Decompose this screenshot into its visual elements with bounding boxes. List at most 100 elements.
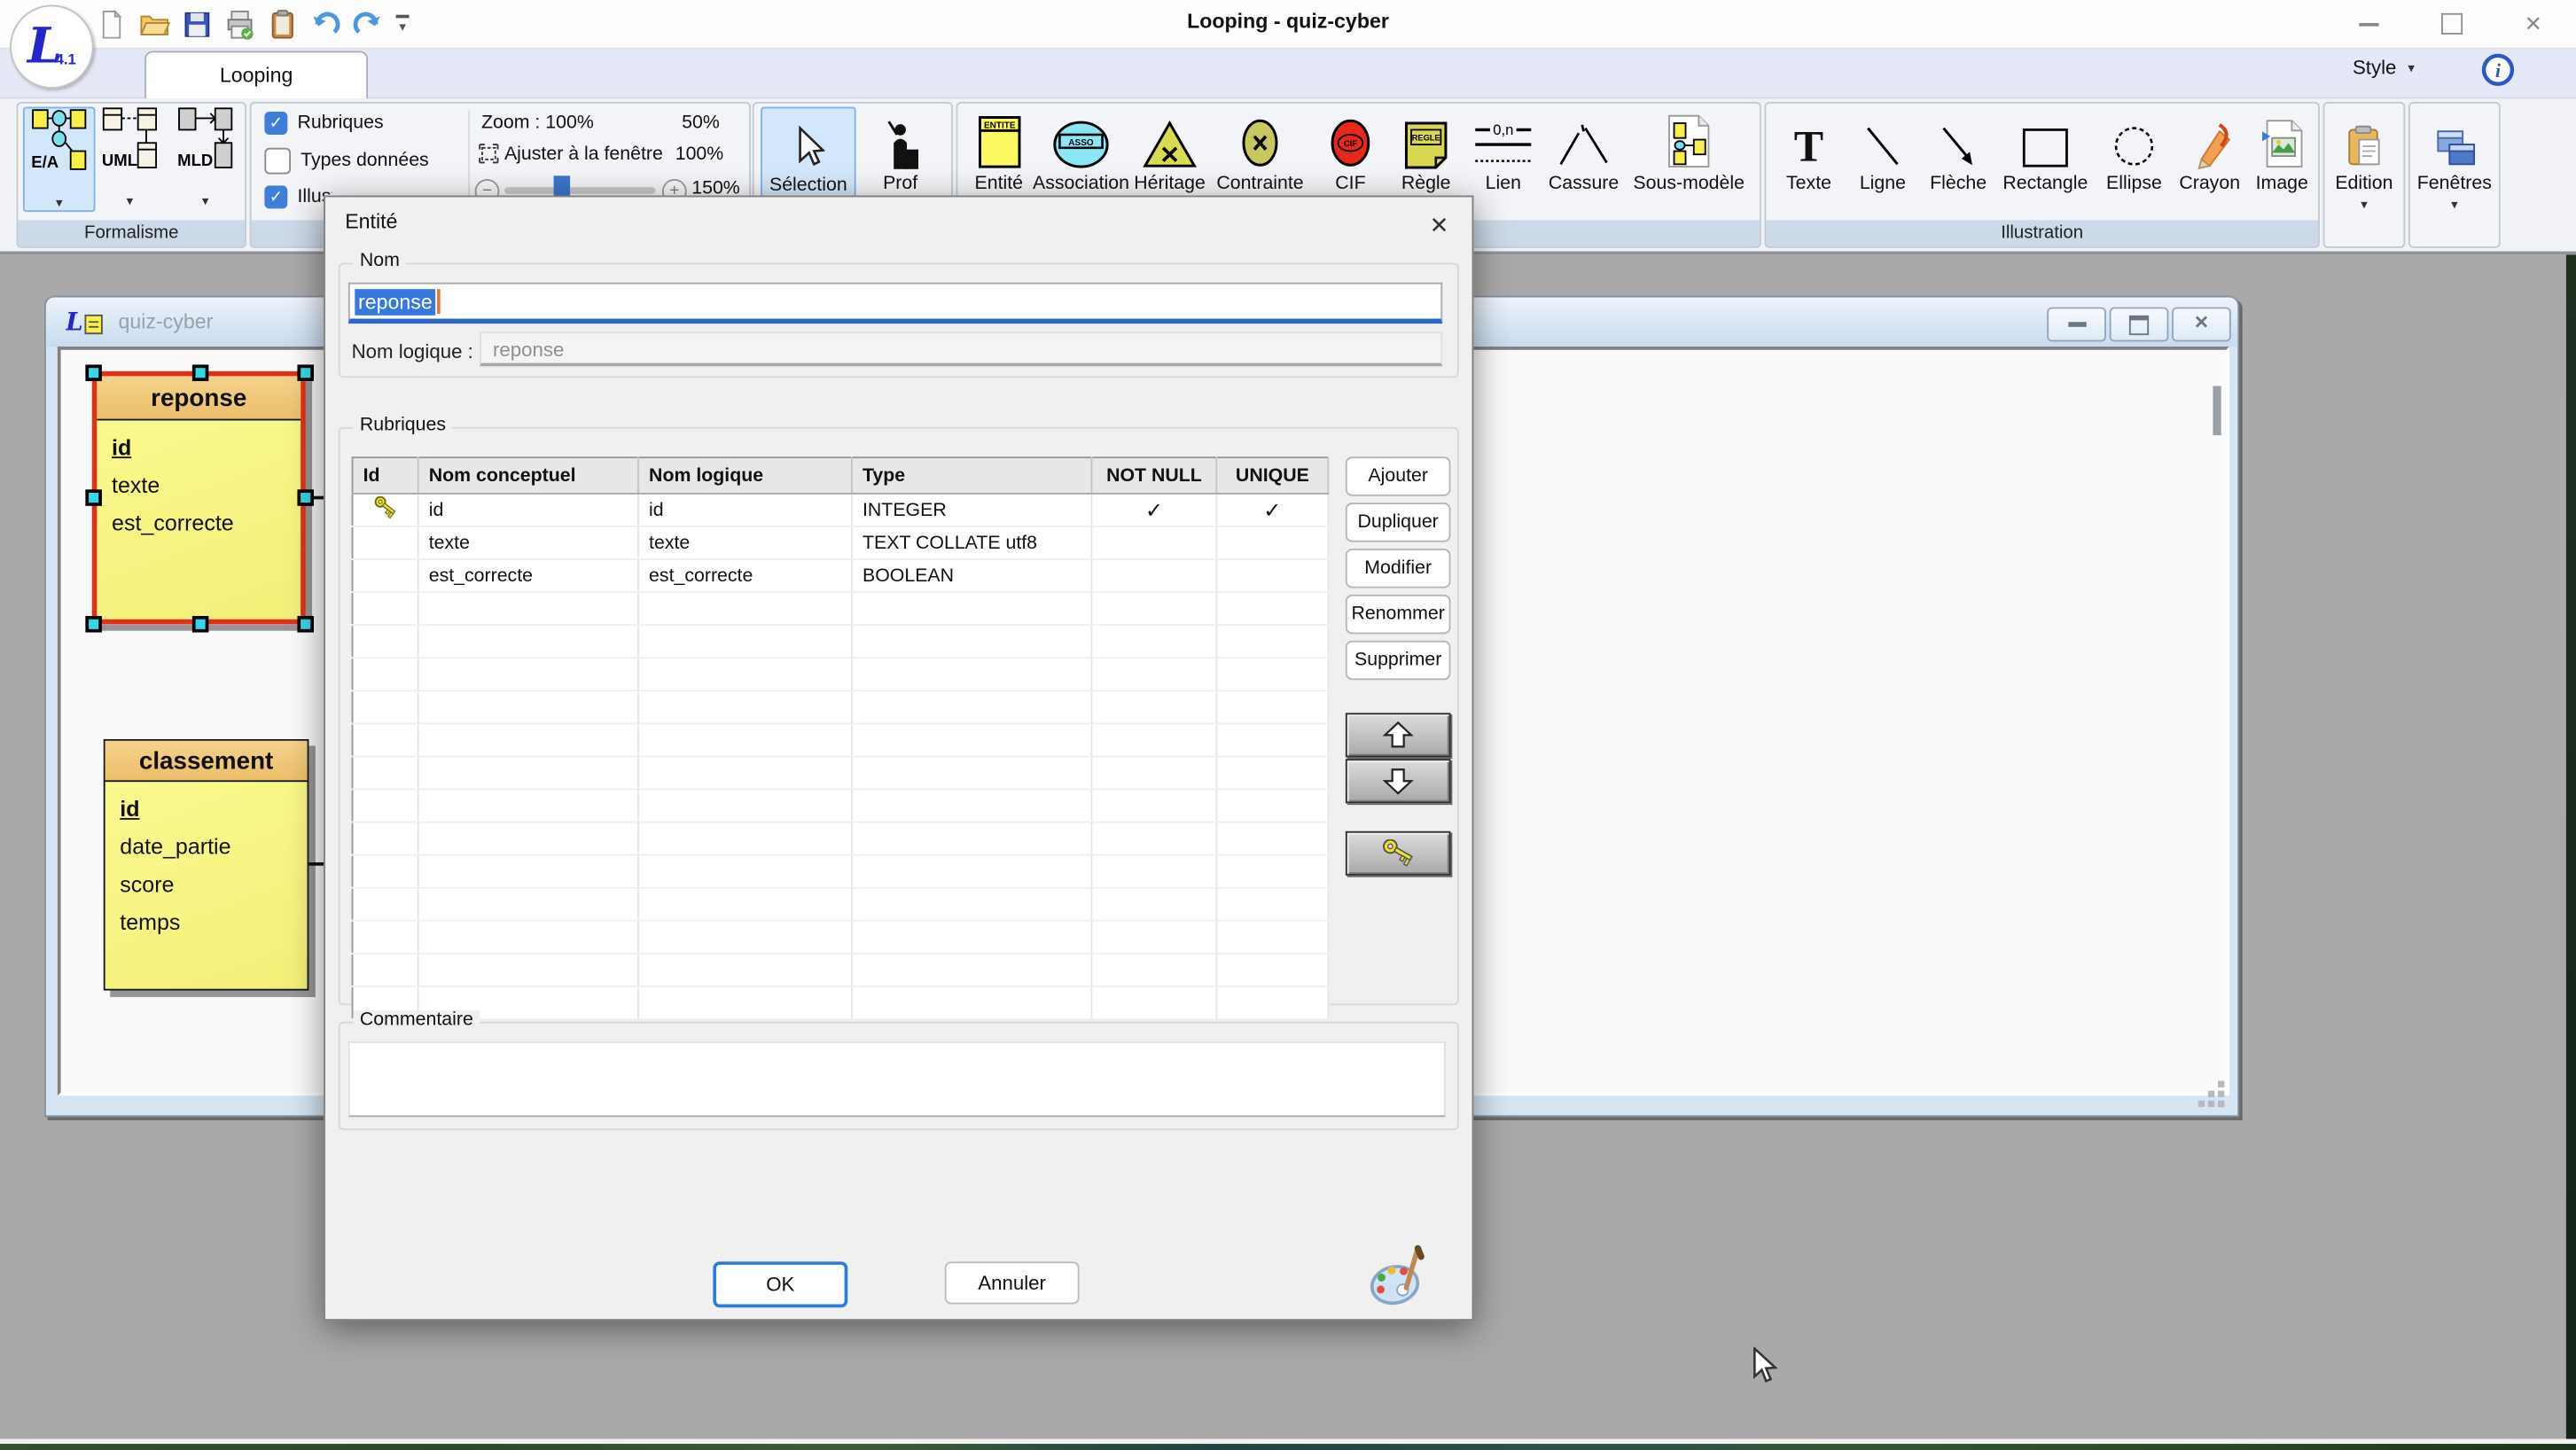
- col-unique: UNIQUE: [1216, 457, 1328, 494]
- fleche-tool-button[interactable]: Flèche: [1921, 106, 1996, 193]
- fenetres-menu-button[interactable]: Fenêtres ▾: [2414, 106, 2496, 212]
- fit-to-window-icon: [478, 143, 499, 164]
- document-close-button[interactable]: ✕: [2172, 308, 2231, 342]
- table-row-empty: [353, 625, 1329, 658]
- table-header-row: Id Nom conceptuel Nom logique Type NOT N…: [353, 457, 1329, 494]
- cassure-tool-button[interactable]: Cassure: [1542, 106, 1625, 193]
- table-row[interactable]: id id INTEGER ✓ ✓: [353, 494, 1329, 526]
- formalism-uml-button[interactable]: UML ▾: [95, 106, 164, 208]
- ajouter-button[interactable]: Ajouter: [1346, 456, 1451, 495]
- commentaire-textarea[interactable]: [348, 1041, 1446, 1117]
- maximize-button[interactable]: [2415, 5, 2487, 43]
- table-row[interactable]: texte texte TEXT COLLATE utf8: [353, 526, 1329, 559]
- cif-tool-button[interactable]: CIF CIF: [1316, 106, 1386, 193]
- sous-modele-tool-button[interactable]: Sous-modèle: [1625, 106, 1753, 193]
- selection-handle[interactable]: [85, 616, 102, 633]
- rubriques-table[interactable]: Id Nom conceptuel Nom logique Type NOT N…: [352, 456, 1330, 1020]
- open-file-button[interactable]: [135, 7, 173, 42]
- modifier-button[interactable]: Modifier: [1346, 549, 1451, 588]
- image-tool-button[interactable]: Image: [2249, 106, 2314, 193]
- association-tool-button[interactable]: ASSO Association: [1034, 106, 1128, 193]
- redo-button[interactable]: [348, 7, 386, 42]
- cif-ellipse-icon: CIF: [1329, 117, 1371, 169]
- selection-handle[interactable]: [85, 364, 102, 381]
- texte-tool-button[interactable]: T Texte: [1773, 106, 1846, 193]
- tab-looping[interactable]: Looping: [144, 51, 368, 98]
- selection-handle[interactable]: [192, 364, 209, 381]
- zoom-slider-track[interactable]: [504, 187, 656, 193]
- supprimer-button[interactable]: Supprimer: [1346, 641, 1451, 680]
- toolbar-overflow-button[interactable]: ▾: [391, 7, 414, 42]
- move-up-button[interactable]: [1346, 713, 1451, 757]
- annuler-button[interactable]: Annuler: [945, 1261, 1080, 1304]
- edition-label: Edition: [2335, 174, 2393, 193]
- heritage-tool-button[interactable]: Héritage: [1128, 106, 1211, 193]
- edit-clipboard-icon: [2343, 123, 2385, 169]
- fit-to-window-button[interactable]: Ajuster à la fenêtre: [504, 144, 663, 164]
- nom-input[interactable]: reponse: [348, 283, 1442, 324]
- entity-classement[interactable]: classement id date_partie score temps: [104, 739, 309, 991]
- edition-menu-button[interactable]: Edition ▾: [2328, 106, 2400, 212]
- crayon-tool-button[interactable]: Crayon: [2170, 106, 2249, 193]
- undo-button[interactable]: [306, 7, 344, 42]
- about-button[interactable]: i: [2481, 52, 2516, 87]
- app-logo[interactable]: L 4.1: [10, 5, 94, 90]
- nom-input-selected-text: reponse: [355, 288, 435, 315]
- style-palette-button[interactable]: [1367, 1245, 1432, 1311]
- rectangle-tool-button[interactable]: Rectangle: [1996, 106, 2095, 193]
- paste-button[interactable]: [263, 7, 301, 42]
- checkbox-types-donnees[interactable]: Types données: [264, 148, 428, 175]
- document-minimize-button[interactable]: [2047, 308, 2106, 342]
- canvas-scrollbar-thumb[interactable]: [2213, 386, 2221, 436]
- ellipse-tool-button[interactable]: Ellipse: [2098, 106, 2171, 193]
- dialog-close-button[interactable]: ✕: [1419, 207, 1458, 244]
- cell-nom-conceptuel: texte: [418, 526, 638, 559]
- link-icon: 0,n: [1472, 117, 1534, 169]
- resize-grip[interactable]: [2198, 1084, 2225, 1107]
- checkbox-types-donnees-label: Types données: [301, 152, 429, 171]
- new-file-button[interactable]: [92, 7, 130, 42]
- close-button[interactable]: ✕: [2497, 5, 2570, 43]
- attribute: date_partie: [120, 828, 293, 866]
- ligne-tool-button[interactable]: Ligne: [1848, 106, 1917, 193]
- zoom-50-label[interactable]: 50%: [682, 113, 720, 133]
- formalism-mld-button[interactable]: MLD ▾: [171, 106, 240, 208]
- style-menu-button[interactable]: Style ▾: [2353, 56, 2415, 79]
- selection-handle[interactable]: [297, 616, 314, 633]
- selection-handle[interactable]: [297, 489, 314, 506]
- lien-tool-button[interactable]: 0,n Lien: [1464, 106, 1542, 193]
- checkbox-rubriques[interactable]: ✓ Rubriques: [264, 112, 383, 135]
- arrow-down-icon: [1382, 768, 1415, 796]
- contrainte-tool-button[interactable]: Contrainte: [1211, 106, 1309, 193]
- document-restore-button[interactable]: [2110, 308, 2169, 342]
- table-row-empty: [353, 790, 1329, 822]
- minimize-button[interactable]: [2333, 5, 2406, 43]
- table-row-empty: [353, 756, 1329, 789]
- save-button[interactable]: [177, 7, 215, 42]
- move-down-button[interactable]: [1346, 759, 1451, 803]
- ok-button[interactable]: OK: [713, 1261, 847, 1307]
- table-row[interactable]: est_correcte est_correcte BOOLEAN: [353, 559, 1329, 592]
- print-button[interactable]: [220, 7, 258, 42]
- association-label: Association: [1033, 174, 1129, 193]
- group-illustration: T Texte Ligne Flèche Rectangle Ellipse: [1764, 102, 2319, 248]
- checkbox-illustration[interactable]: ✓ Illustration: [264, 185, 332, 208]
- toggle-key-button[interactable]: [1346, 831, 1451, 876]
- image-label: Image: [2256, 174, 2308, 193]
- arrow-icon: [1937, 123, 1979, 169]
- selection-handle[interactable]: [192, 616, 209, 633]
- dupliquer-button[interactable]: Dupliquer: [1346, 503, 1451, 542]
- col-id: Id: [353, 457, 418, 494]
- selection-tool-button[interactable]: Sélection: [761, 106, 855, 201]
- entity-reponse[interactable]: reponse id texte est_correcte: [92, 371, 306, 624]
- desktop-edge: [2566, 48, 2576, 1439]
- selection-handle[interactable]: [85, 489, 102, 506]
- selection-handle[interactable]: [297, 364, 314, 381]
- fleche-label: Flèche: [1930, 174, 1987, 193]
- entite-tool-button[interactable]: ENTITE Entité: [964, 106, 1034, 193]
- zoom-100-label[interactable]: 100%: [675, 144, 724, 164]
- prof-tool-button[interactable]: Prof: [859, 106, 941, 199]
- renommer-button[interactable]: Renommer: [1346, 595, 1451, 634]
- regle-tool-button[interactable]: REGLE Règle: [1388, 106, 1464, 193]
- formalism-ea-button[interactable]: E/A ▾: [23, 106, 96, 212]
